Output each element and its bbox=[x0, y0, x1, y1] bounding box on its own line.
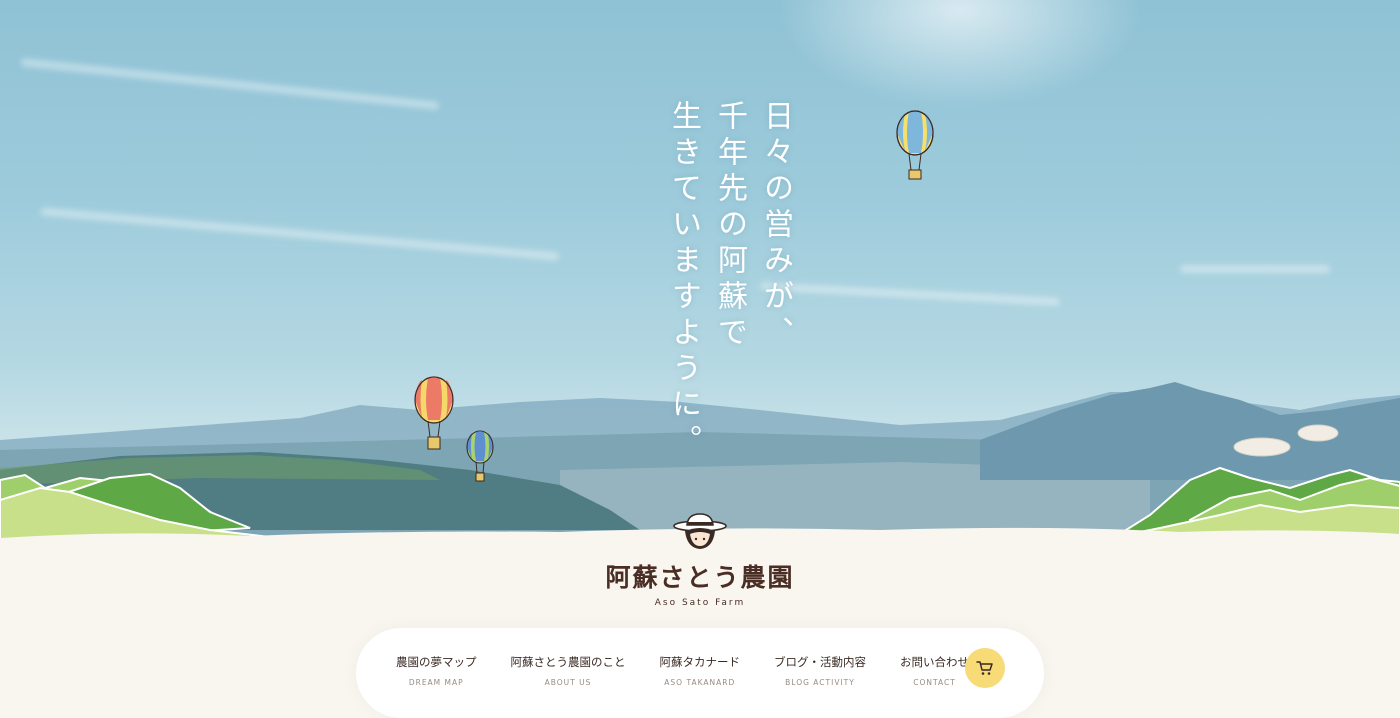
nav-label-jp: 農園の夢マップ bbox=[396, 655, 477, 669]
nav-item-blog-activity[interactable]: ブログ・活動内容 BLOG ACTIVITY bbox=[774, 654, 866, 687]
nav-label-en: CONTACT bbox=[913, 678, 956, 687]
nav-label-en: BLOG ACTIVITY bbox=[785, 678, 855, 687]
logo-name: 阿蘇さとう農園 bbox=[605, 563, 795, 592]
catchcopy: 日々の営みが、 千年先の阿蘇で 生きていますように。 bbox=[128, 100, 793, 460]
nav-item-contact[interactable]: お問い合わせ CONTACT bbox=[900, 654, 969, 687]
catchcopy-line-1: 日々の営みが、 bbox=[758, 100, 793, 352]
farmer-mascot-icon bbox=[673, 513, 727, 549]
small-cloud bbox=[1297, 424, 1339, 442]
catchcopy-line-2: 千年先の阿蘇で bbox=[712, 100, 747, 352]
catchcopy-line-3: 生きていますように。 bbox=[666, 100, 701, 460]
nav-label-jp: お問い合わせ bbox=[900, 655, 969, 669]
small-cloud bbox=[1233, 437, 1291, 457]
nav-label-en: ABOUT US bbox=[544, 678, 592, 687]
logo-subtitle: Aso Sato Farm bbox=[654, 598, 746, 608]
balloon-yellow-blue bbox=[896, 110, 934, 180]
nav-item-dream-map[interactable]: 農園の夢マップ DREAM MAP bbox=[396, 654, 477, 687]
global-nav: 農園の夢マップ DREAM MAP 阿蘇さとう農園のこと ABOUT US 阿蘇… bbox=[356, 628, 1044, 718]
nav-label-en: DREAM MAP bbox=[408, 678, 464, 687]
nav-label-en: ASO TAKANARD bbox=[664, 678, 736, 687]
nav-label-jp: 阿蘇さとう農園のこと bbox=[510, 655, 626, 669]
nav-item-about-us[interactable]: 阿蘇さとう農園のこと ABOUT US bbox=[511, 654, 626, 687]
cart-button[interactable] bbox=[965, 648, 1005, 688]
nav-item-aso-takanard[interactable]: 阿蘇タカナード ASO TAKANARD bbox=[660, 654, 741, 687]
cart-icon bbox=[976, 661, 993, 675]
nav-label-jp: ブログ・活動内容 bbox=[774, 655, 866, 669]
nav-label-jp: 阿蘇タカナード bbox=[659, 655, 741, 669]
site-logo[interactable]: 阿蘇さとう農園 Aso Sato Farm bbox=[600, 512, 800, 608]
